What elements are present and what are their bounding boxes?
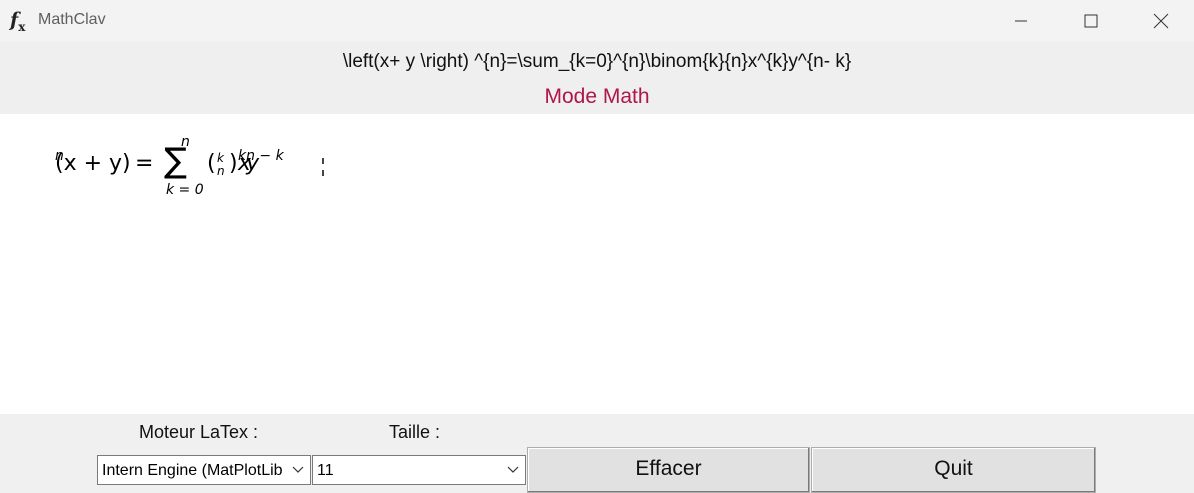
chevron-down-icon <box>292 466 304 473</box>
control-panel: Moteur LaTex : Taille : Intern Engine (M… <box>0 414 1194 493</box>
close-icon <box>1153 13 1169 29</box>
latex-source-text: \left(x+ y \right) ^{n}=\sum_{k=0}^{n}\b… <box>342 51 852 72</box>
formula-equals: = <box>135 151 154 176</box>
clear-button[interactable]: Effacer <box>527 447 810 493</box>
title-bar: fx MathClav <box>0 0 1194 42</box>
formula-lhs: (x + y) n <box>55 148 131 176</box>
rendered-formula: (x + y) n = n ∑ k = 0 ( k n ) xkyn − k <box>55 134 375 204</box>
size-select-value: 11 <box>317 462 334 479</box>
mode-label: Mode Math <box>544 85 650 108</box>
binom-bottom: n <box>217 164 225 178</box>
chevron-down-icon <box>507 466 519 473</box>
window-title: MathClav <box>38 11 106 28</box>
latex-header: \left(x+ y \right) ^{n}=\sum_{k=0}^{n}\b… <box>0 42 1194 114</box>
engine-select[interactable]: Intern Engine (MatPlotLib) <box>97 455 311 485</box>
function-fx-icon: fx <box>10 9 26 34</box>
size-select[interactable]: 11 <box>312 455 526 485</box>
engine-select-value: Intern Engine (MatPlotLib) <box>102 462 282 479</box>
binom-open-paren: ( <box>207 151 216 176</box>
minimize-button[interactable] <box>998 0 1044 42</box>
sum-symbol: ∑ <box>164 141 187 181</box>
engine-label: Moteur LaTex : <box>139 422 259 442</box>
size-label: Taille : <box>389 422 441 442</box>
formula-terms: xkyn − k <box>238 148 284 176</box>
minimize-icon <box>1015 20 1027 22</box>
close-button[interactable] <box>1138 0 1184 42</box>
quit-button[interactable]: Quit <box>811 447 1096 493</box>
maximize-button[interactable] <box>1068 0 1114 42</box>
render-canvas[interactable]: (x + y) n = n ∑ k = 0 ( k n ) xkyn − k <box>0 114 1194 414</box>
sum-lower-limit: k = 0 <box>166 182 204 198</box>
binom-close-paren: ) <box>229 151 238 176</box>
binom-top: k <box>217 151 224 165</box>
text-caret <box>322 158 326 176</box>
maximize-icon <box>1084 14 1098 28</box>
